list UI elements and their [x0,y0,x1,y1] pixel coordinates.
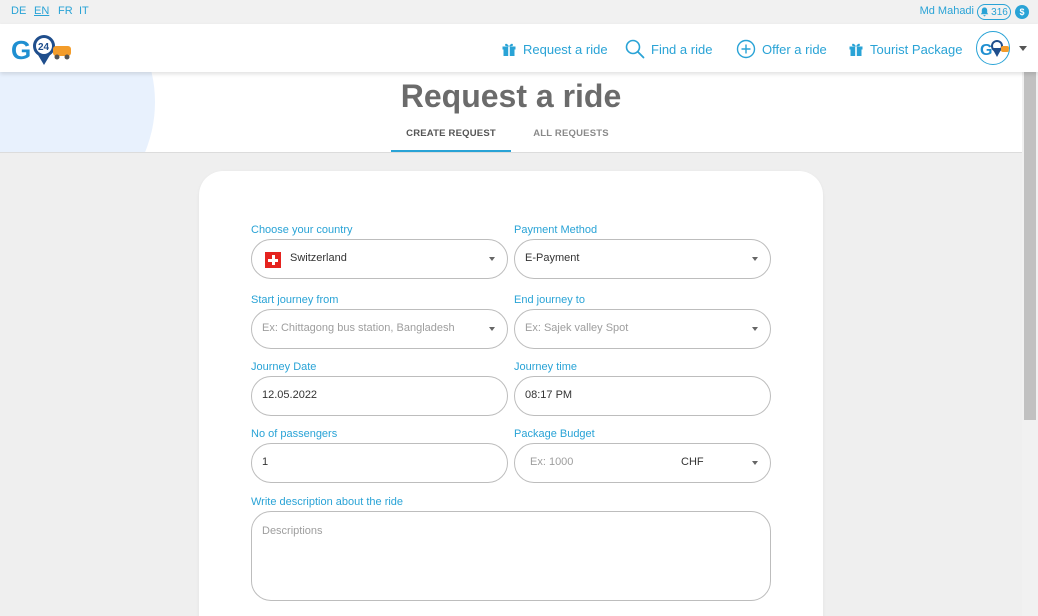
search-icon [625,39,645,59]
bell-icon [980,7,989,17]
notification-count: 316 [991,6,1008,18]
nav-request-ride-label: Request a ride [523,41,608,57]
budget-label: Package Budget [514,428,595,440]
svg-text:24: 24 [38,42,50,53]
nav-find-ride[interactable]: Find a ride [625,38,712,60]
tab-all-requests[interactable]: ALL REQUESTS [511,128,631,139]
chevron-down-icon[interactable] [752,461,758,465]
nav-find-ride-label: Find a ride [651,41,713,57]
plus-circle-icon [736,39,756,59]
payment-value: E-Payment [525,252,580,264]
gift-icon [849,43,863,56]
passengers-field[interactable]: 1 [251,443,508,483]
end-placeholder: Ex: Sajek valley Spot [525,322,629,334]
lang-en[interactable]: EN [34,5,49,17]
passengers-value: 1 [262,456,269,468]
country-label: Choose your country [251,224,353,236]
language-bar: DE EN FR IT Md Mahadi 316 $ [0,0,1038,24]
nav-request-ride[interactable]: Request a ride [501,38,608,60]
end-label: End journey to [514,294,585,306]
svg-text:G: G [980,42,992,59]
currency-select[interactable]: CHF [681,456,704,468]
go24-logo[interactable]: G 24 [11,32,73,66]
notification-badge[interactable]: 316 [977,4,1011,20]
passengers-label: No of passengers [251,428,338,440]
chevron-down-icon [489,327,495,331]
page-title: Request a ride [400,78,622,114]
payment-label: Payment Method [514,224,598,236]
tab-create-request[interactable]: CREATE REQUEST [391,128,511,139]
avatar-logo-icon: G [980,40,1009,59]
time-label: Journey time [514,361,577,373]
start-label: Start journey from [251,294,339,306]
chevron-down-icon [752,327,758,331]
navbar: G 24 Request a ride Find a ride Offer a … [0,24,1038,72]
journey-date-field[interactable]: 12.05.2022 [251,376,508,416]
end-location-select[interactable]: Ex: Sajek valley Spot [514,309,771,349]
date-value: 12.05.2022 [262,389,318,401]
user-name[interactable]: Md Mahadi [920,5,974,17]
chevron-down-icon [752,257,758,261]
avatar[interactable]: G [976,31,1010,65]
start-location-select[interactable]: Ex: Chittagong bus station, Bangladesh [251,309,508,349]
chevron-down-icon [489,257,495,261]
description-textarea[interactable]: Descriptions [251,511,771,601]
nav-offer-ride-label: Offer a ride [762,41,827,57]
country-select[interactable]: Switzerland [251,239,508,279]
lang-it[interactable]: IT [79,5,89,17]
nav-tourist-package[interactable]: Tourist Package [848,38,963,60]
budget-field[interactable]: Ex: 1000 CHF [514,443,771,483]
budget-placeholder: Ex: 1000 [530,456,574,468]
description-placeholder: Descriptions [262,525,323,537]
time-value: 08:17 PM [525,389,573,401]
nav-offer-ride[interactable]: Offer a ride [736,38,827,60]
lang-de[interactable]: DE [11,5,26,17]
scrollbar-thumb[interactable] [1024,72,1036,420]
coin-icon[interactable]: $ [1015,5,1029,19]
start-placeholder: Ex: Chittagong bus station, Bangladesh [262,322,455,334]
lang-fr[interactable]: FR [58,5,73,17]
nav-tourist-package-label: Tourist Package [870,41,963,57]
swiss-flag-icon [265,252,281,268]
payment-select[interactable]: E-Payment [514,239,771,279]
gift-icon [502,43,516,56]
description-label: Write description about the ride [251,496,404,508]
chevron-down-icon[interactable] [1019,46,1027,51]
date-label: Journey Date [251,361,317,373]
page-header: Request a ride CREATE REQUEST ALL REQUES… [0,72,1022,153]
svg-text:G: G [11,35,31,65]
country-value: Switzerland [290,252,347,264]
journey-time-field[interactable]: 08:17 PM [514,376,771,416]
active-tab-indicator [391,150,511,152]
